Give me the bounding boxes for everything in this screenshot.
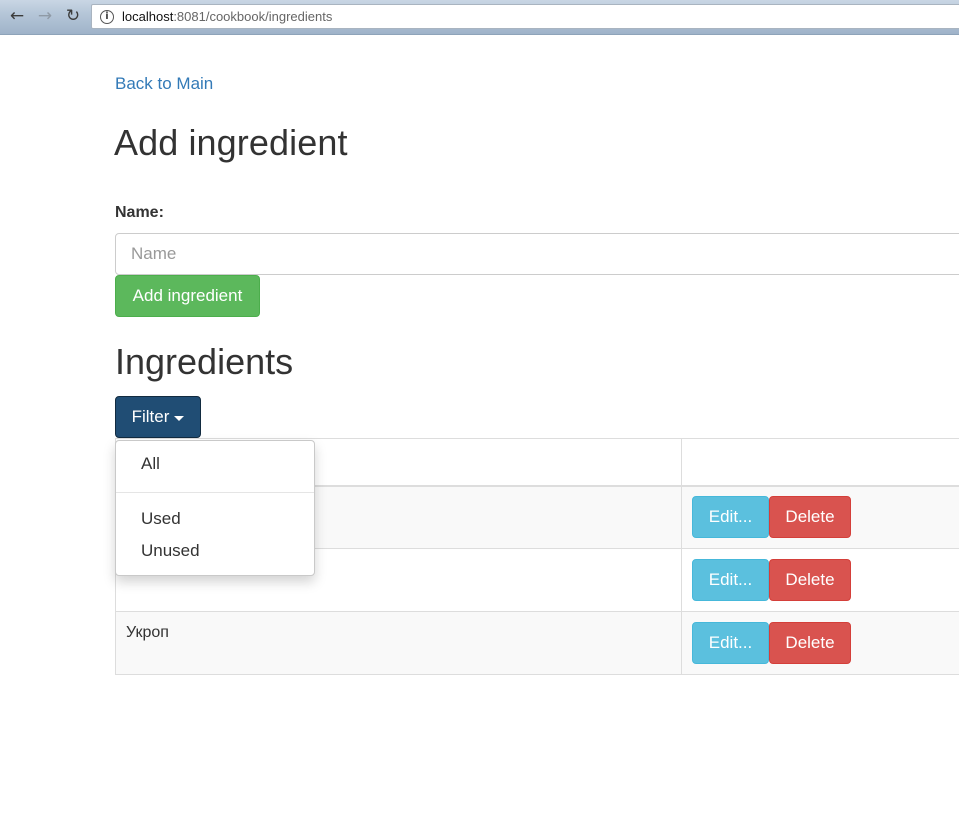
edit-button[interactable]: Edit...: [692, 622, 769, 664]
ingredient-name: Укроп: [115, 611, 682, 675]
filter-option-unused[interactable]: Unused: [116, 537, 314, 565]
info-icon[interactable]: i: [100, 9, 114, 24]
delete-button[interactable]: Delete: [769, 622, 851, 664]
filter-button-label: Filter: [131, 407, 170, 426]
add-ingredient-heading: Add ingredient: [114, 122, 348, 163]
ingredients-heading: Ingredients: [115, 341, 294, 382]
caret-down-icon: [174, 415, 185, 421]
edit-button[interactable]: Edit...: [692, 496, 769, 538]
name-label: Name:: [115, 204, 164, 221]
url-host: localhost: [122, 9, 174, 24]
add-ingredient-button[interactable]: Add ingredient: [115, 275, 260, 317]
filter-dropdown-menu: All Used Unused: [115, 440, 315, 576]
dropdown-divider: [116, 492, 314, 493]
filter-option-all[interactable]: All: [116, 450, 314, 478]
url-path: :8081/cookbook/ingredients: [173, 9, 333, 24]
filter-option-used[interactable]: Used: [116, 505, 314, 533]
delete-button[interactable]: Delete: [769, 559, 851, 601]
address-bar[interactable]: i localhost:8081/cookbook/ingredients: [91, 4, 959, 29]
back-to-main-link[interactable]: Back to Main: [115, 74, 213, 94]
delete-button[interactable]: Delete: [769, 496, 851, 538]
filter-button[interactable]: Filter: [115, 396, 201, 438]
table-header-cell: [681, 438, 959, 487]
back-arrow-icon[interactable]: ←: [6, 5, 28, 27]
name-input[interactable]: [115, 233, 959, 275]
browser-toolbar: ← → ↻ i localhost:8081/cookbook/ingredie…: [0, 0, 959, 35]
forward-arrow-icon[interactable]: →: [34, 5, 56, 27]
edit-button[interactable]: Edit...: [692, 559, 769, 601]
reload-icon[interactable]: ↻: [62, 5, 84, 27]
